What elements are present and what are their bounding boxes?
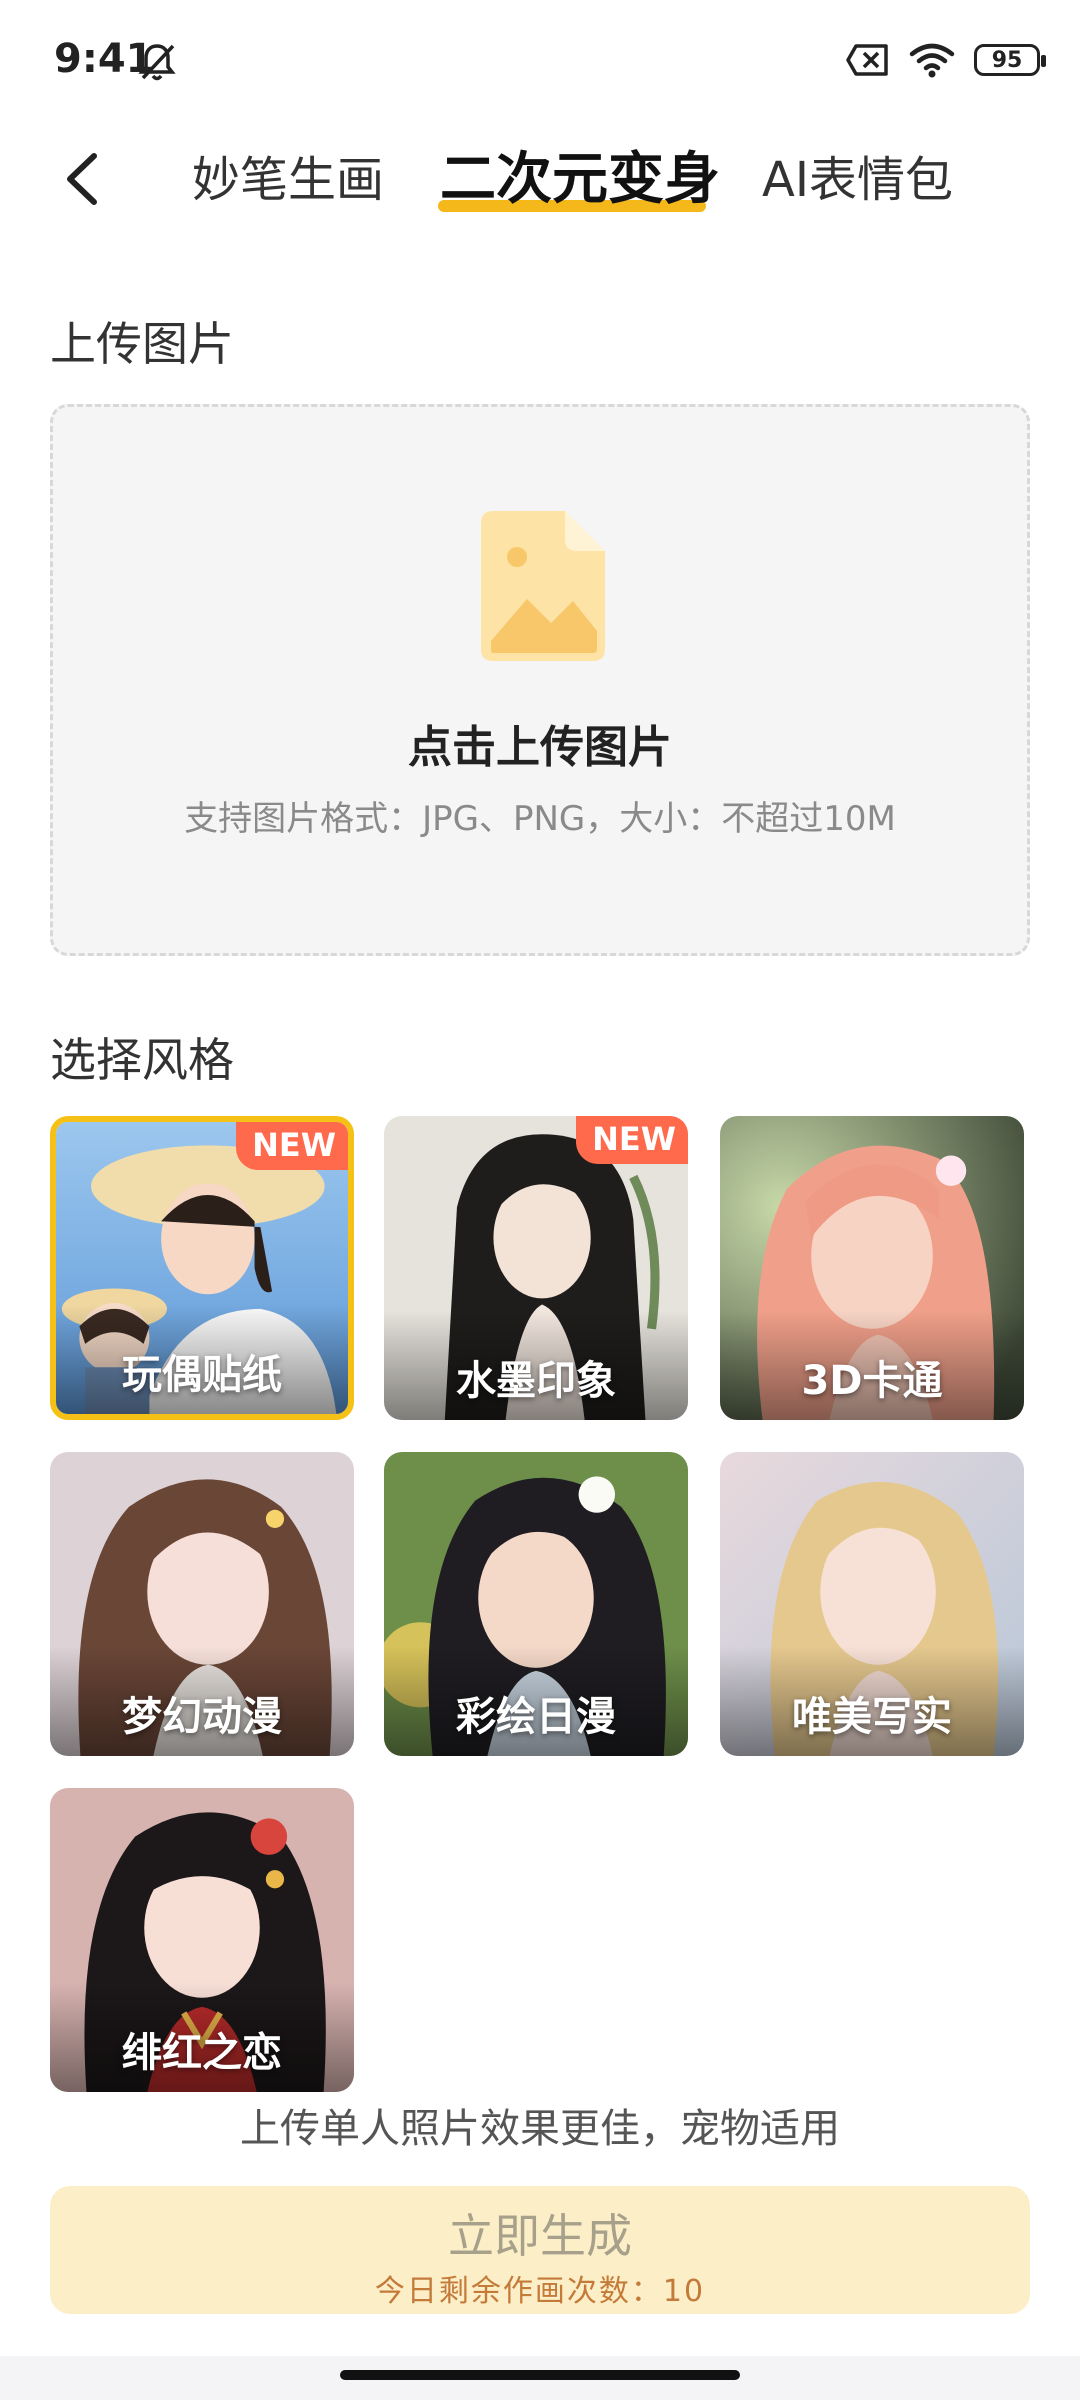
style-card-label: 绯红之恋	[122, 2030, 282, 2076]
new-badge: NEW	[236, 1122, 348, 1170]
style-card-label: 玩偶贴纸	[122, 1352, 282, 1398]
tab-miaobi[interactable]: 妙笔生画	[192, 140, 384, 210]
style-section-title: 选择风格	[50, 1033, 234, 1087]
style-card-painted-anime[interactable]: 彩绘日漫	[384, 1452, 688, 1756]
battery-level: 95	[991, 47, 1023, 73]
generate-button[interactable]: 立即生成 今日剩余作画次数：10	[50, 2186, 1030, 2314]
status-icons: 95	[846, 42, 1046, 78]
tab-anime-transform[interactable]: 二次元变身	[440, 134, 720, 215]
new-badge: NEW	[576, 1116, 688, 1164]
upload-main-text: 点击上传图片	[408, 722, 672, 773]
style-card-label: 水墨印象	[456, 1358, 616, 1404]
home-indicator[interactable]	[340, 2370, 740, 2380]
bell-off-icon	[138, 44, 176, 81]
image-file-icon	[481, 511, 605, 661]
upload-format-hint: 支持图片格式：JPG、PNG，大小：不超过10M	[184, 799, 896, 839]
upload-section-title: 上传图片	[50, 317, 234, 371]
navigation-bar	[0, 2356, 1080, 2400]
style-card-doll-sticker[interactable]: NEW 玩偶贴纸	[50, 1116, 354, 1420]
status-bar: 9:41 95	[0, 0, 1080, 120]
generate-button-label: 立即生成	[448, 2209, 632, 2263]
header: 妙笔生画 二次元变身 AI表情包	[0, 130, 1080, 240]
style-card-label: 彩绘日漫	[456, 1694, 616, 1740]
tab-ai-emoji[interactable]: AI表情包	[762, 140, 953, 210]
style-card-3d-cartoon[interactable]: 3D卡通	[720, 1116, 1024, 1420]
style-card-dreamy-anime[interactable]: 梦幻动漫	[50, 1452, 354, 1756]
upload-dropzone[interactable]: 点击上传图片 支持图片格式：JPG、PNG，大小：不超过10M	[50, 404, 1030, 956]
style-card-label: 梦幻动漫	[122, 1694, 282, 1740]
back-arrow-icon[interactable]	[54, 144, 114, 214]
remaining-count: 今日剩余作画次数：10	[374, 2274, 706, 2309]
style-card-aesthetic-realism[interactable]: 唯美写实	[720, 1452, 1024, 1756]
upload-tip: 上传单人照片效果更佳，宠物适用	[240, 2106, 840, 2152]
style-card-label: 3D卡通	[801, 1358, 943, 1404]
style-card-label: 唯美写实	[792, 1694, 952, 1740]
close-box-icon	[846, 44, 888, 76]
style-card-ink-impression[interactable]: NEW 水墨印象	[384, 1116, 688, 1420]
style-card-crimson-love[interactable]: 绯红之恋	[50, 1788, 354, 2092]
wifi-icon	[909, 43, 955, 78]
battery-icon: 95	[974, 44, 1046, 76]
